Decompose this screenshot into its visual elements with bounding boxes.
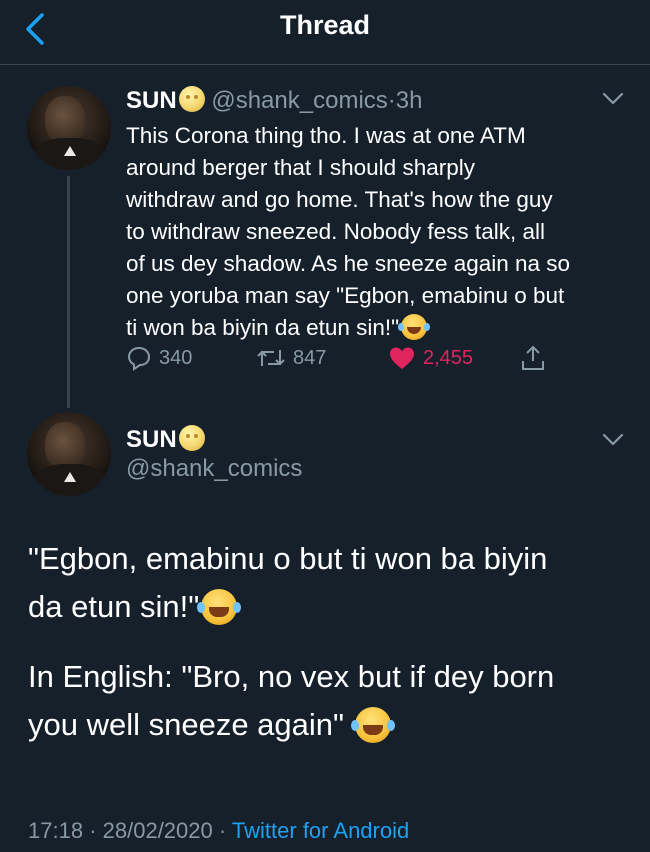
tweet-text-line: around berger that I should sharply — [126, 155, 475, 180]
tweet-time: 3h — [395, 87, 423, 114]
chevron-down-icon[interactable] — [602, 433, 624, 447]
thread-connector-line — [67, 176, 70, 408]
tweet-text-line: of us dey shadow. As he sneeze again na … — [126, 251, 571, 276]
tweet-text-line: ti won ba biyin da etun sin!" — [126, 315, 400, 340]
heart-filled-icon — [390, 347, 414, 369]
tears-of-joy-emoji-icon — [350, 707, 391, 743]
like-button[interactable]: 2,455 — [388, 340, 473, 376]
page-title: Thread — [279, 10, 371, 40]
tweet-date: 28/02/2020 — [102, 818, 213, 843]
separator-dot: · — [89, 818, 97, 843]
reply-bubble-icon — [127, 346, 151, 371]
tweet-text-line: one yoruba man say "Egbon, emabinu o but — [126, 283, 565, 308]
tweet-text-paragraph: "Egbon, emabinu o but ti won ba biyin da… — [28, 535, 628, 631]
author-handle[interactable]: @shank_comics — [126, 455, 302, 482]
tweet-author-row: SUN @shank_comics·3h — [126, 86, 422, 115]
tweet-author-name-row: SUN — [126, 425, 205, 454]
tweet-text-paragraph: In English: "Bro, no vex but if dey born… — [28, 653, 628, 749]
author-handle[interactable]: @shank_comics — [211, 87, 387, 114]
chevron-down-icon[interactable] — [602, 92, 624, 106]
author-name[interactable]: SUN — [126, 87, 177, 114]
avatar[interactable] — [27, 86, 111, 170]
tweet-actions: 340 847 2,455 — [126, 340, 566, 380]
share-button[interactable] — [520, 340, 546, 376]
tweet-text-line-last: da etun sin!" — [28, 583, 628, 631]
retweet-icon — [257, 350, 285, 366]
tweet-source-link[interactable]: Twitter for Android — [232, 818, 409, 843]
retweet-button[interactable]: 847 — [256, 340, 326, 376]
separator-dot: · — [218, 818, 227, 843]
reply-button[interactable]: 340 — [126, 340, 192, 376]
tweet-text-line: you well sneeze again" — [28, 707, 345, 742]
tweet-time: 17:18 — [28, 818, 84, 843]
tears-of-joy-emoji-icon — [197, 589, 238, 625]
tweet-text-line: "Egbon, emabinu o but ti won ba biyin — [28, 541, 548, 576]
tweet-author-handle-row: @shank_comics — [126, 455, 302, 483]
tweet-text-line: In English: "Bro, no vex but if dey born — [28, 659, 555, 694]
tweet-text: This Corona thing tho. I was at one ATM … — [126, 120, 626, 344]
like-count: 2,455 — [423, 346, 474, 369]
tweet-text-line: da etun sin!" — [28, 589, 200, 624]
share-icon — [522, 345, 544, 370]
tweet-meta: 17:18 · 28/02/2020 · Twitter for Android — [28, 818, 409, 844]
tweet-text-line: to withdraw sneezed. Nobody fess talk, a… — [126, 219, 545, 244]
tweet-text-line-last: you well sneeze again" — [28, 701, 628, 749]
navigation-header: Thread — [0, 0, 650, 65]
author-name[interactable]: SUN — [126, 426, 177, 453]
reply-count: 340 — [159, 346, 193, 369]
retweet-count: 847 — [293, 346, 327, 369]
tweet-text-line: This Corona thing tho. I was at one ATM — [126, 123, 526, 148]
tears-of-joy-emoji-icon — [398, 314, 428, 340]
moon-face-emoji-icon — [178, 425, 205, 451]
tweet-text-line: withdraw and go home. That's how the guy — [126, 187, 553, 212]
separator-dot: · — [387, 87, 396, 114]
moon-face-emoji-icon — [178, 86, 205, 112]
avatar[interactable] — [27, 412, 111, 496]
